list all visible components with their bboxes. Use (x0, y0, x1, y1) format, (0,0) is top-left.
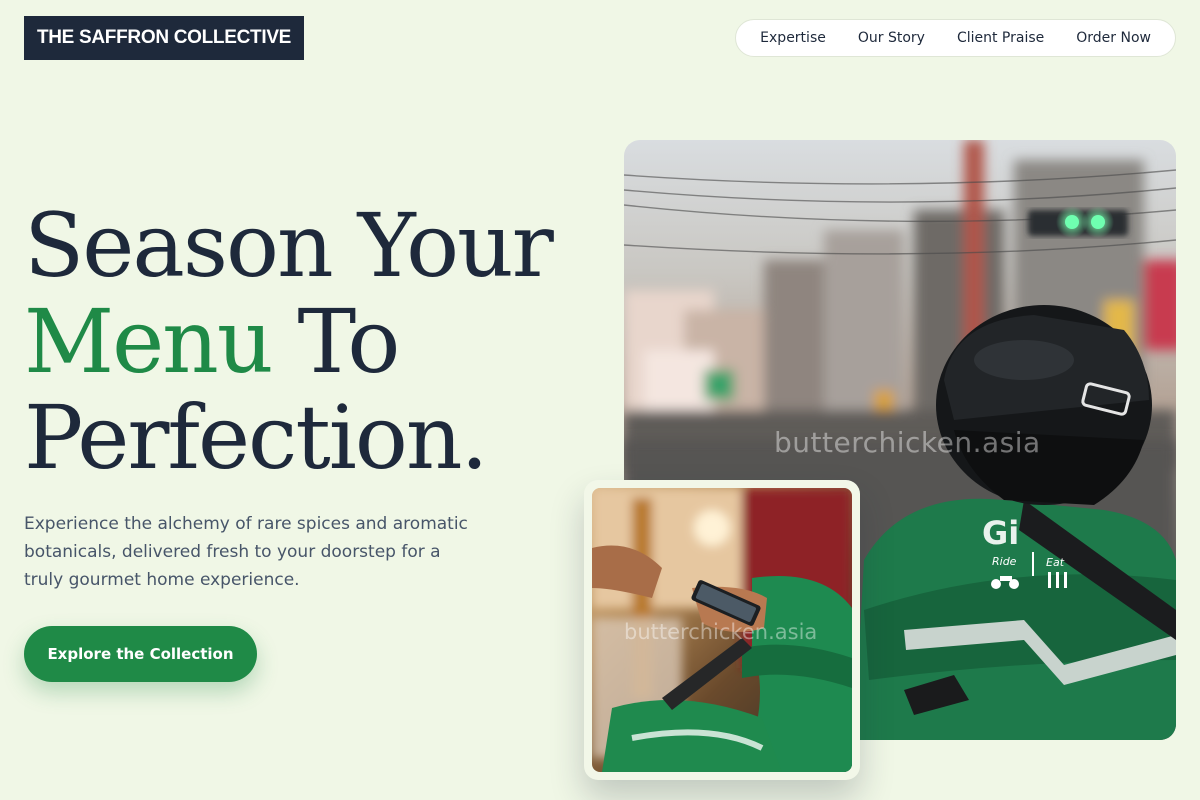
jacket-eat-text: Eat (1046, 556, 1065, 569)
headline-line-1: Season Your (24, 194, 554, 297)
headline-line-3: Perfection. (24, 386, 488, 489)
hero-headline: Season Your Menu To Perfection. (24, 198, 624, 486)
main-nav: Expertise Our Story Client Praise Order … (735, 19, 1176, 57)
brand-logo-text: THE SAFFRON COLLECTIVE (36, 27, 292, 48)
headline-line-2-rest: To (271, 290, 401, 393)
explore-collection-button[interactable]: Explore the Collection (24, 626, 257, 682)
jacket-brand-text: Gi (982, 514, 1019, 552)
jacket-ride-text: Ride (992, 555, 1017, 568)
headline-accent-word: Menu (24, 290, 274, 393)
brand-logo[interactable]: THE SAFFRON COLLECTIVE (24, 16, 304, 60)
nav-item-order-now[interactable]: Order Now (1060, 30, 1167, 46)
nav-item-client-praise[interactable]: Client Praise (941, 30, 1060, 46)
phone-handoff-illustration (592, 488, 852, 772)
nav-item-expertise[interactable]: Expertise (744, 30, 842, 46)
hero-description: Experience the alchemy of rare spices an… (24, 514, 468, 590)
inset-photo-frame: butterchicken.asia (592, 488, 852, 772)
hero-inset-photo: butterchicken.asia (584, 480, 860, 780)
nav-item-our-story[interactable]: Our Story (842, 30, 941, 46)
headline-line-2: Menu To (24, 294, 624, 390)
